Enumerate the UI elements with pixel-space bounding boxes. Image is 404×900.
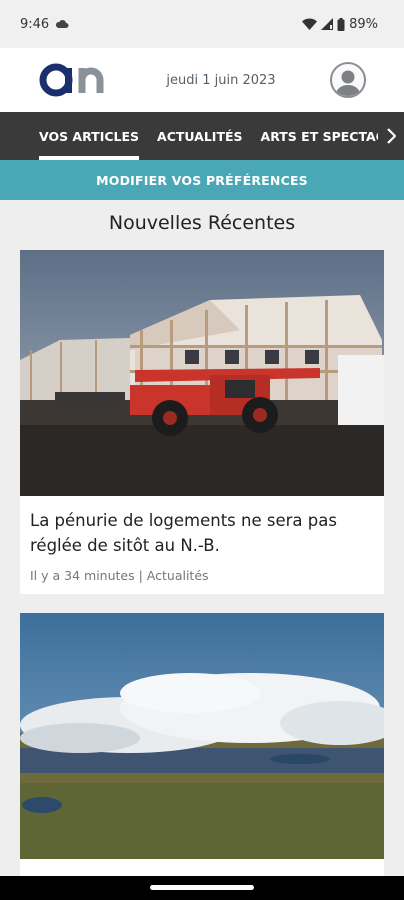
section-tabs: VOS ARTICLES ACTUALITÉS ARTS ET SPECTACL… (0, 112, 404, 160)
battery-percent: 89% (349, 16, 378, 32)
status-bar: 9:46 89% (0, 0, 404, 48)
avatar-icon (334, 70, 361, 96)
signal-icon (321, 18, 334, 30)
account-button[interactable] (329, 62, 366, 98)
tab-actualites[interactable]: ACTUALITÉS (148, 112, 252, 160)
article-meta: Il y a 34 minutes | Actualités (20, 558, 384, 583)
article-image (20, 613, 384, 859)
tab-label: VOS ARTICLES (39, 128, 140, 144)
article-card[interactable] (20, 613, 384, 900)
section-title: Nouvelles Récentes (108, 212, 296, 234)
wifi-icon (302, 18, 318, 30)
app-header: jeudi 1 juin 2023 (0, 48, 404, 112)
tab-label: ACTUALITÉS (157, 128, 243, 144)
article-card[interactable]: La pénurie de logements ne sera pas régl… (20, 250, 384, 594)
battery-icon (337, 17, 345, 31)
home-gesture-handle[interactable] (150, 885, 254, 890)
header-date: jeudi 1 juin 2023 (166, 72, 276, 88)
article-time: Il y a 34 minutes (30, 568, 135, 583)
tab-vos-articles[interactable]: VOS ARTICLES (0, 112, 148, 160)
meta-separator: | (138, 568, 147, 583)
article-headline: La pénurie de logements ne sera pas régl… (30, 511, 337, 555)
edit-preferences-button[interactable]: MODIFIER VOS PRÉFÉRENCES (0, 160, 404, 200)
chevron-right-icon (387, 128, 396, 144)
article-image (20, 250, 384, 496)
acadie-nouvelle-logo[interactable] (38, 60, 112, 100)
cloud-icon (56, 20, 69, 28)
article-category[interactable]: Actualités (147, 568, 209, 583)
status-time: 9:46 (20, 16, 50, 32)
tabs-scroll-right-button[interactable] (378, 112, 404, 160)
gesture-bar (0, 876, 404, 900)
